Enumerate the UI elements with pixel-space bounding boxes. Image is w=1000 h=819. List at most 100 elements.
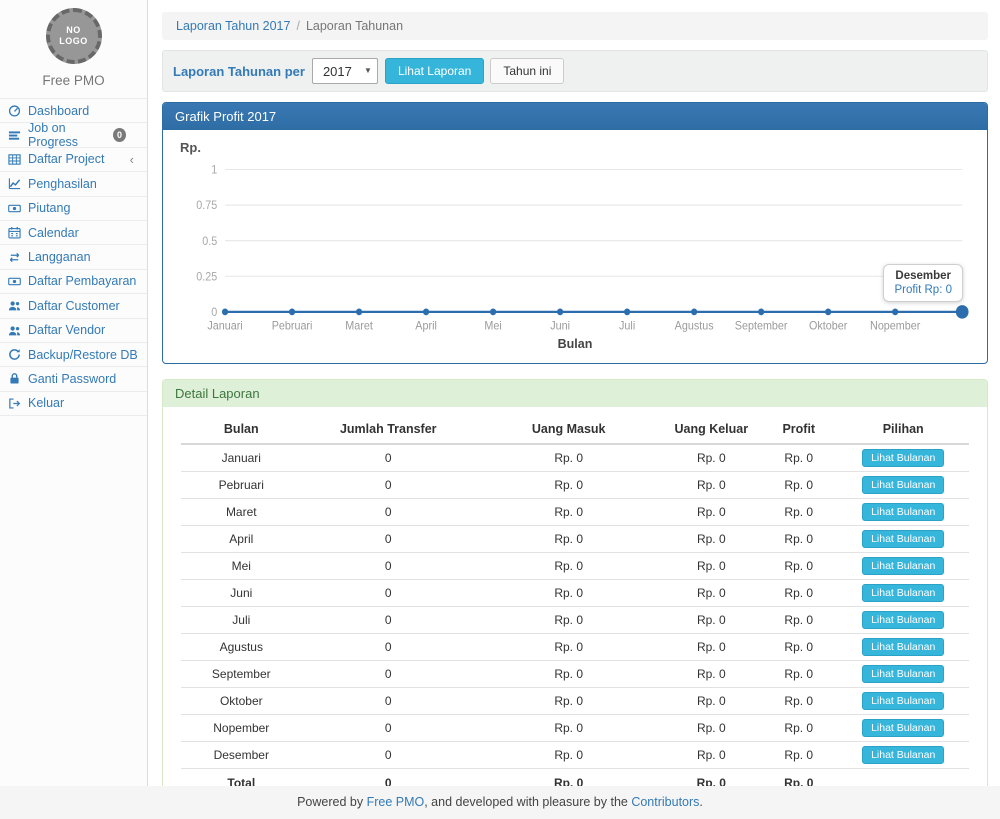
logo-text-line1: NO bbox=[66, 25, 81, 36]
table-cell: Pebruari bbox=[181, 472, 302, 499]
sidebar-item-piutang[interactable]: Piutang bbox=[0, 197, 147, 221]
column-header-bulan: Bulan bbox=[181, 415, 302, 444]
sidebar-item-daftar-vendor[interactable]: Daftar Vendor bbox=[0, 319, 147, 343]
table-cell: Rp. 0 bbox=[662, 688, 760, 715]
svg-text:0.5: 0.5 bbox=[202, 236, 217, 248]
table-row-mei: Mei0Rp. 0Rp. 0Rp. 0Lihat Bulanan bbox=[181, 553, 969, 580]
footer-link-free-pmo[interactable]: Free PMO bbox=[367, 795, 425, 809]
table-row-pebruari: Pebruari0Rp. 0Rp. 0Rp. 0Lihat Bulanan bbox=[181, 472, 969, 499]
svg-text:Mei: Mei bbox=[484, 320, 501, 332]
sidebar-item-label: Piutang bbox=[28, 201, 70, 215]
sidebar-item-penghasilan[interactable]: Penghasilan bbox=[0, 172, 147, 196]
table-cell: 0 bbox=[302, 553, 475, 580]
sidebar-item-langganan[interactable]: Langganan bbox=[0, 245, 147, 269]
money-icon bbox=[8, 275, 23, 288]
table-cell: Rp. 0 bbox=[662, 580, 760, 607]
brand-name: Free PMO bbox=[0, 73, 147, 88]
table-cell: Rp. 0 bbox=[760, 715, 837, 742]
breadcrumb-separator: / bbox=[296, 19, 299, 33]
table-cell: Rp. 0 bbox=[760, 526, 837, 553]
footer-middle: , and developed with pleasure by the bbox=[424, 795, 631, 809]
lihat-laporan-button[interactable]: Lihat Laporan bbox=[385, 58, 484, 84]
chart-panel: Grafik Profit 2017 Rp. 00.250.50.751Janu… bbox=[162, 102, 988, 364]
table-cell: Rp. 0 bbox=[662, 553, 760, 580]
table-cell: April bbox=[181, 526, 302, 553]
tooltip-month: Desember bbox=[894, 270, 952, 282]
year-select[interactable]: 2017 bbox=[312, 58, 378, 84]
sidebar-item-daftar-customer[interactable]: Daftar Customer bbox=[0, 294, 147, 318]
table-cell-action: Lihat Bulanan bbox=[837, 661, 969, 688]
lihat-bulanan-button[interactable]: Lihat Bulanan bbox=[862, 449, 944, 467]
table-cell: 0 bbox=[302, 715, 475, 742]
logo-text-line2: LOGO bbox=[59, 36, 88, 47]
breadcrumb-link-laporan-tahun[interactable]: Laporan Tahun 2017 bbox=[176, 19, 290, 33]
tooltip-value: Profit Rp: 0 bbox=[894, 284, 952, 296]
calendar-icon bbox=[8, 226, 23, 239]
sidebar-item-ganti-password[interactable]: Ganti Password bbox=[0, 367, 147, 391]
lihat-bulanan-button[interactable]: Lihat Bulanan bbox=[862, 665, 944, 683]
sidebar-item-daftar-pembayaran[interactable]: Daftar Pembayaran bbox=[0, 270, 147, 294]
lihat-bulanan-button[interactable]: Lihat Bulanan bbox=[862, 611, 944, 629]
lihat-bulanan-button[interactable]: Lihat Bulanan bbox=[862, 584, 944, 602]
table-icon bbox=[8, 153, 23, 166]
table-cell-action: Lihat Bulanan bbox=[837, 553, 969, 580]
svg-text:0.75: 0.75 bbox=[196, 200, 217, 212]
footer-link-contributors[interactable]: Contributors bbox=[631, 795, 699, 809]
svg-text:Juni: Juni bbox=[550, 320, 570, 332]
lihat-bulanan-button[interactable]: Lihat Bulanan bbox=[862, 557, 944, 575]
table-cell: Januari bbox=[181, 444, 302, 472]
lihat-bulanan-button[interactable]: Lihat Bulanan bbox=[862, 692, 944, 710]
detail-panel-title: Detail Laporan bbox=[163, 380, 987, 407]
lihat-bulanan-button[interactable]: Lihat Bulanan bbox=[862, 638, 944, 656]
lihat-bulanan-button[interactable]: Lihat Bulanan bbox=[862, 530, 944, 548]
lihat-bulanan-button[interactable]: Lihat Bulanan bbox=[862, 746, 944, 764]
sidebar-item-backup-restore-db[interactable]: Backup/Restore DB bbox=[0, 343, 147, 367]
table-cell: Rp. 0 bbox=[475, 715, 663, 742]
profit-line-chart: 00.250.50.751JanuariPebruariMaretAprilMe… bbox=[178, 159, 972, 337]
breadcrumb-current: Laporan Tahunan bbox=[306, 19, 403, 33]
dashboard-icon bbox=[8, 104, 23, 117]
table-cell: 0 bbox=[302, 580, 475, 607]
table-cell: 0 bbox=[302, 499, 475, 526]
breadcrumb: Laporan Tahun 2017 / Laporan Tahunan bbox=[162, 12, 988, 40]
sidebar-item-label: Daftar Project bbox=[28, 152, 104, 166]
count-badge: 0 bbox=[113, 128, 126, 142]
exchange-icon bbox=[8, 251, 23, 264]
table-row-juni: Juni0Rp. 0Rp. 0Rp. 0Lihat Bulanan bbox=[181, 580, 969, 607]
svg-text:1: 1 bbox=[211, 164, 217, 176]
svg-text:Agustus: Agustus bbox=[675, 320, 714, 332]
year-select-wrap: 2017 ▼ bbox=[312, 58, 378, 84]
sidebar-item-daftar-project[interactable]: Daftar Project‹ bbox=[0, 148, 147, 172]
sidebar-item-dashboard[interactable]: Dashboard bbox=[0, 99, 147, 123]
users-icon bbox=[8, 324, 23, 337]
line-chart-icon bbox=[8, 177, 23, 190]
sidebar-item-label: Job on Progress bbox=[28, 121, 113, 149]
table-cell-action: Lihat Bulanan bbox=[837, 499, 969, 526]
chart-panel-title: Grafik Profit 2017 bbox=[163, 103, 987, 130]
table-cell: Rp. 0 bbox=[760, 688, 837, 715]
table-row-desember: Desember0Rp. 0Rp. 0Rp. 0Lihat Bulanan bbox=[181, 742, 969, 769]
table-cell: 0 bbox=[302, 444, 475, 472]
lihat-bulanan-button[interactable]: Lihat Bulanan bbox=[862, 503, 944, 521]
sidebar-item-job-on-progress[interactable]: Job on Progress0 bbox=[0, 123, 147, 147]
table-cell: Rp. 0 bbox=[760, 742, 837, 769]
filter-label: Laporan Tahunan per bbox=[173, 64, 305, 79]
table-cell: Rp. 0 bbox=[662, 607, 760, 634]
table-cell: Rp. 0 bbox=[475, 580, 663, 607]
lihat-bulanan-button[interactable]: Lihat Bulanan bbox=[862, 719, 944, 737]
svg-text:Nopember: Nopember bbox=[870, 320, 921, 332]
table-cell: Rp. 0 bbox=[475, 526, 663, 553]
refresh-icon bbox=[8, 348, 23, 361]
svg-text:0.25: 0.25 bbox=[196, 271, 217, 283]
table-cell: Rp. 0 bbox=[662, 742, 760, 769]
sidebar-item-calendar[interactable]: Calendar bbox=[0, 221, 147, 245]
sidebar-item-keluar[interactable]: Keluar bbox=[0, 392, 147, 416]
sidebar-item-label: Ganti Password bbox=[28, 372, 116, 386]
tahun-ini-button[interactable]: Tahun ini bbox=[490, 58, 564, 84]
page: NO LOGO Free PMO DashboardJob on Progres… bbox=[0, 0, 1000, 819]
sign-out-icon bbox=[8, 397, 23, 410]
filter-bar: Laporan Tahunan per 2017 ▼ Lihat Laporan… bbox=[162, 50, 988, 92]
svg-text:Januari: Januari bbox=[207, 320, 242, 332]
sidebar-item-label: Calendar bbox=[28, 226, 79, 240]
lihat-bulanan-button[interactable]: Lihat Bulanan bbox=[862, 476, 944, 494]
